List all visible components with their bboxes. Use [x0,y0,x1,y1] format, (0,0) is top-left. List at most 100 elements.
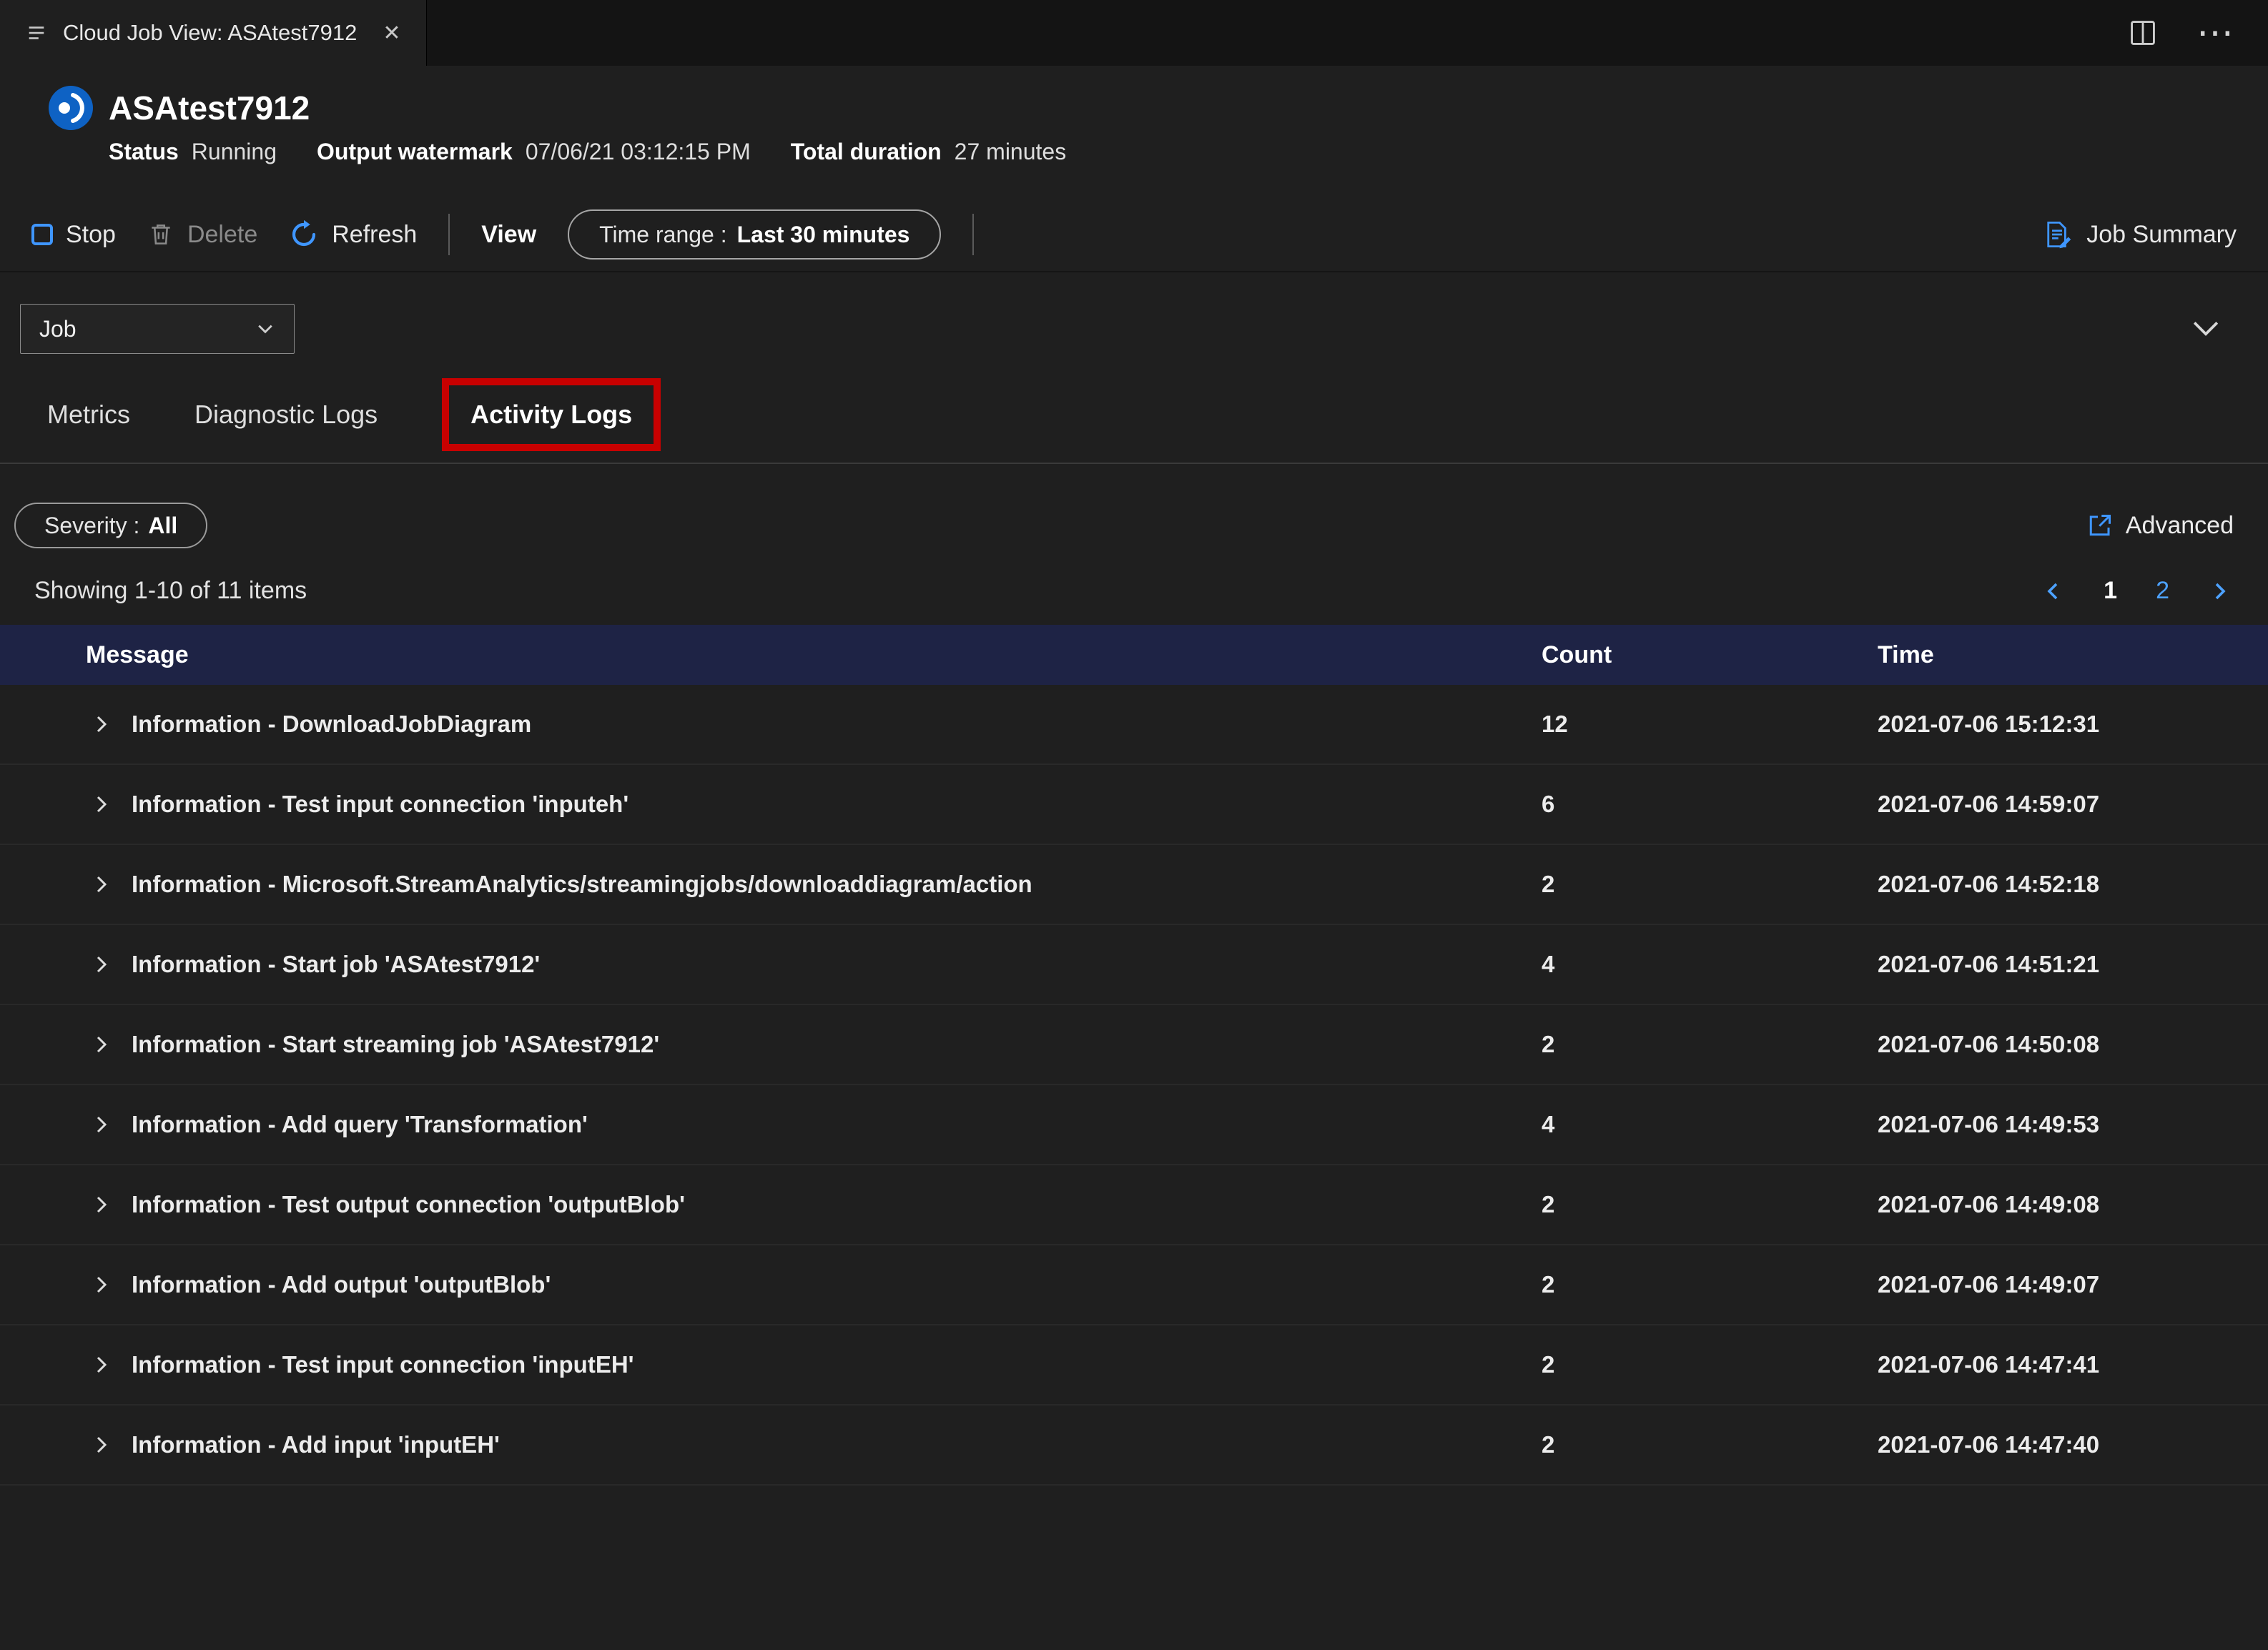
log-time: 2021-07-06 14:51:21 [1878,951,2100,977]
log-count: 12 [1542,711,1568,737]
expand-chevron-icon[interactable] [90,873,113,896]
log-time: 2021-07-06 14:50:08 [1878,1031,2100,1057]
status-label: Status [109,139,179,164]
log-message: Information - Add query 'Transformation' [132,1111,588,1137]
log-message: Information - Test input connection 'inp… [132,791,629,817]
time-range-label: Time range : [599,221,727,247]
expand-chevron-icon[interactable] [90,953,113,976]
previous-page-icon[interactable] [2042,580,2065,603]
tab-activity-logs[interactable]: Activity Logs [470,400,632,429]
log-time: 2021-07-06 14:59:07 [1878,791,2100,817]
table-row[interactable]: Information - Add input 'inputEH' 2 2021… [0,1406,2268,1486]
table-row[interactable]: Information - Add output 'outputBlob' 2 … [0,1245,2268,1325]
log-message: Information - Test input connection 'inp… [132,1351,634,1378]
log-time: 2021-07-06 14:52:18 [1878,871,2100,897]
log-count: 2 [1542,1431,1555,1458]
view-label: View [481,220,537,248]
log-count: 2 [1542,1031,1555,1057]
table-header-row: Message Count Time [0,625,2268,685]
table-row[interactable]: Information - Start streaming job 'ASAte… [0,1005,2268,1085]
table-row[interactable]: Information - Test input connection 'inp… [0,1325,2268,1406]
log-message: Information - Microsoft.StreamAnalytics/… [132,871,1032,897]
job-header: ASAtest7912 Status Running Output waterm… [0,66,2268,165]
log-message: Information - Start streaming job 'ASAte… [132,1031,660,1057]
watermark-label: Output watermark [317,139,513,164]
status-row: Status Running Output watermark 07/06/21… [109,139,2268,165]
duration-label: Total duration [790,139,942,164]
titlebar-actions: ⋯ [2129,0,2268,66]
table-row[interactable]: Information - Test input connection 'inp… [0,765,2268,845]
expand-chevron-icon[interactable] [90,793,113,816]
time-range-picker[interactable]: Time range : Last 30 minutes [568,209,942,260]
status-value: Running [191,139,277,164]
expand-chevron-icon[interactable] [90,1433,113,1456]
toolbar: Stop Delete Refresh View Time range : La [0,198,2268,272]
column-header-message: Message [86,641,189,668]
refresh-label: Refresh [332,220,418,248]
split-editor-icon[interactable] [2129,19,2156,46]
stop-label: Stop [66,220,116,248]
log-message: Information - Add input 'inputEH' [132,1431,500,1458]
refresh-button[interactable]: Refresh [289,219,417,250]
job-selector-row: Job [0,272,2268,367]
table-row[interactable]: Information - DownloadJobDiagram 12 2021… [0,685,2268,765]
duration-field: Total duration 27 minutes [791,139,1066,165]
job-summary-button[interactable]: Job Summary [2042,219,2237,250]
log-time: 2021-07-06 14:49:53 [1878,1111,2100,1137]
table-row[interactable]: Information - Microsoft.StreamAnalytics/… [0,845,2268,925]
document-lines-icon [26,22,47,44]
duration-value: 27 minutes [954,139,1067,164]
stop-button[interactable]: Stop [31,221,116,249]
page-number-1[interactable]: 1 [2104,577,2117,605]
delete-label: Delete [187,220,258,248]
log-count: 2 [1542,1271,1555,1298]
tab-metrics[interactable]: Metrics [47,400,130,430]
editor-tab-title: Cloud Job View: ASAtest7912 [63,20,358,45]
column-header-time: Time [1878,641,1934,668]
log-count: 2 [1542,1351,1555,1378]
log-count: 4 [1542,951,1555,977]
tabs-row: Metrics Diagnostic Logs Activity Logs [0,367,2268,464]
log-time: 2021-07-06 14:49:07 [1878,1271,2100,1298]
annotation-highlight-box: Activity Logs [442,378,661,451]
collapse-panel-chevron-icon[interactable] [2189,312,2222,345]
column-header-count: Count [1542,641,1612,668]
page-number-2[interactable]: 2 [2156,577,2169,605]
expand-chevron-icon[interactable] [90,713,113,736]
advanced-label: Advanced [2125,511,2234,539]
close-icon[interactable]: ✕ [383,21,400,46]
severity-value: All [148,512,178,538]
expand-chevron-icon[interactable] [90,1193,113,1216]
expand-chevron-icon[interactable] [90,1273,113,1296]
editor-tab-cloud-job-view[interactable]: Cloud Job View: ASAtest7912 ✕ [0,0,428,66]
expand-chevron-icon[interactable] [90,1033,113,1056]
watermark-value: 07/06/21 03:12:15 PM [525,139,751,164]
next-page-icon[interactable] [2208,580,2231,603]
log-time: 2021-07-06 14:49:08 [1878,1191,2100,1217]
log-time: 2021-07-06 14:47:41 [1878,1351,2100,1378]
pagination: 1 2 [2042,577,2231,605]
watermark-field: Output watermark 07/06/21 03:12:15 PM [317,139,751,165]
delete-button[interactable]: Delete [147,221,257,249]
items-count-text: Showing 1-10 of 11 items [34,577,307,604]
titlebar: Cloud Job View: ASAtest7912 ✕ ⋯ [0,0,2268,66]
report-icon [2042,219,2072,250]
time-range-value: Last 30 minutes [736,221,910,247]
advanced-button[interactable]: Advanced [2087,512,2234,540]
log-time: 2021-07-06 14:47:40 [1878,1431,2100,1458]
table-row[interactable]: Information - Add query 'Transformation'… [0,1085,2268,1165]
log-count: 2 [1542,871,1555,897]
tab-diagnostic-logs[interactable]: Diagnostic Logs [194,400,378,430]
log-time: 2021-07-06 15:12:31 [1878,711,2100,737]
job-dropdown-value: Job [39,315,77,342]
severity-filter[interactable]: Severity : All [14,503,208,548]
expand-chevron-icon[interactable] [90,1353,113,1376]
expand-chevron-icon[interactable] [90,1113,113,1136]
stream-analytics-logo-icon [49,86,93,130]
log-message: Information - Test output connection 'ou… [132,1191,685,1217]
table-row[interactable]: Information - Start job 'ASAtest7912' 4 … [0,925,2268,1005]
list-summary-row: Showing 1-10 of 11 items 1 2 [0,577,2268,605]
table-row[interactable]: Information - Test output connection 'ou… [0,1165,2268,1245]
activity-log-table: Information - DownloadJobDiagram 12 2021… [0,685,2268,1486]
job-dropdown[interactable]: Job [20,304,295,354]
